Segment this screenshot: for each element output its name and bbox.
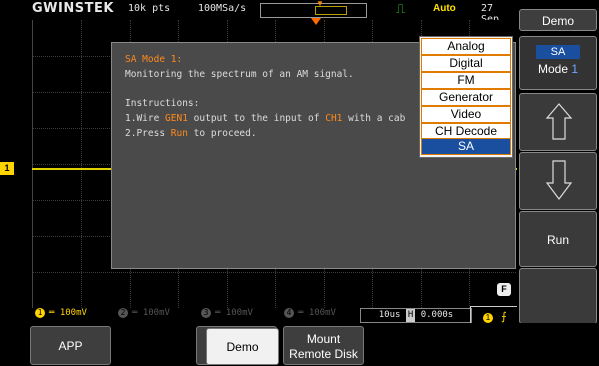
brand-logo: GWINSTEK [32, 1, 114, 16]
step2-run: Run [170, 128, 188, 139]
trigger-status: Auto [433, 3, 456, 14]
dialog-title: SA Mode 1: [125, 54, 183, 65]
ch3-scale[interactable]: 3 ═ 100mV [201, 308, 253, 318]
ch1-badge: 1 [35, 308, 45, 318]
menu-item-digital[interactable]: Digital [421, 55, 511, 72]
mount-remote-disk-button[interactable]: Mount Remote Disk [283, 326, 364, 365]
dc-coupling-icon: ═ [298, 308, 309, 318]
ch1-scale[interactable]: 1 ═ 100mV [35, 308, 87, 318]
waveform-position-overview: ▼ [260, 0, 367, 18]
demo-button[interactable]: Demo [206, 328, 279, 365]
ch1-ground-marker[interactable]: 1 [0, 162, 14, 175]
trigger-source-badge: 1 [483, 313, 493, 323]
dialog-description: Monitoring the spectrum of an AM signal. [125, 69, 354, 80]
record-length: 10k pts [128, 3, 171, 14]
step1-mid: output to the input of [187, 113, 326, 124]
step1-gen1: GEN1 [165, 113, 188, 124]
trigger-position-marker-icon: ▼ [316, 0, 324, 8]
ch3-scale-value: 100mV [225, 308, 253, 318]
step2-end: to proceed. [187, 128, 257, 139]
channel-info-bar: 1 ═ 100mV 2 ═ 100mV 3 ═ 100mV 4 ═ 100mV [32, 308, 352, 322]
menu-item-video[interactable]: Video [421, 106, 511, 123]
step1-ch1: CH1 [325, 113, 343, 124]
menu-item-generator[interactable]: Generator [421, 89, 511, 106]
menu-item-fm[interactable]: FM [421, 72, 511, 89]
ch1-scale-value: 100mV [59, 308, 87, 318]
scroll-down-button[interactable] [519, 152, 597, 210]
timebase-display[interactable]: 10us H 0.000s [360, 308, 472, 323]
ch2-badge: 2 [118, 308, 128, 318]
instruction-step-2: 2.Press Run to proceed. [125, 128, 257, 139]
arrow-up-icon [545, 103, 573, 140]
ch3-badge: 3 [201, 308, 211, 318]
run-button[interactable]: Run [519, 211, 597, 267]
instructions-label: Instructions: [125, 98, 200, 109]
step1-text: 1.Wire [125, 113, 166, 124]
sample-rate: 100MSa/s [198, 3, 247, 14]
ch4-badge: 4 [284, 308, 294, 318]
bottom-menu-bar: APP Demo Mount Remote Disk [0, 323, 599, 366]
menu-item-analog[interactable]: Analog [421, 38, 511, 55]
trigger-point-icon [311, 18, 321, 25]
dc-coupling-icon: ═ [49, 308, 60, 318]
side-menu: Demo SA Mode 1 Run [517, 0, 599, 337]
side-menu-title: Demo [519, 9, 597, 31]
mount-label: Mount [306, 332, 341, 346]
step2-text: 2.Press [125, 128, 171, 139]
scroll-up-button[interactable] [519, 93, 597, 151]
dc-coupling-icon: ═ [215, 308, 226, 318]
arrow-down-icon [545, 160, 573, 200]
menu-item-sa[interactable]: SA [421, 138, 511, 155]
ch2-scale[interactable]: 2 ═ 100mV [118, 308, 170, 318]
instruction-step-1: 1.Wire GEN1 output to the input of CH1 w… [125, 113, 405, 124]
mode-prefix: Mode [537, 62, 568, 76]
mode-label: Mode 1 [520, 62, 596, 76]
trigger-edge-icon: ⎍ [396, 1, 406, 16]
app-button[interactable]: APP [30, 326, 111, 365]
mode-selector-button[interactable]: SA Mode 1 [519, 36, 597, 90]
remote-disk-label: Remote Disk [289, 347, 358, 361]
dc-coupling-icon: ═ [132, 308, 143, 318]
ch4-scale-value: 100mV [308, 308, 336, 318]
empty-softkey[interactable] [519, 268, 597, 324]
status-bar: GWINSTEK 10k pts 100MSa/s ▼ ⎍ Auto 27 Se… [0, 0, 517, 25]
timebase-scale: 10us [378, 310, 401, 320]
horizontal-position: 0.000s [420, 310, 454, 320]
step1-end: with a cab [342, 113, 406, 124]
mode-selected-label: SA [536, 45, 580, 59]
mode-number: 1 [571, 62, 579, 76]
ch2-scale-value: 100mV [142, 308, 170, 318]
ch4-scale[interactable]: 4 ═ 100mV [284, 308, 336, 318]
demo-type-menu: Analog Digital FM Generator Video CH Dec… [419, 36, 513, 158]
horizontal-position-icon: H [405, 309, 416, 322]
function-key-indicator: F [497, 283, 511, 296]
rising-edge-icon: ⨍ [501, 311, 507, 323]
